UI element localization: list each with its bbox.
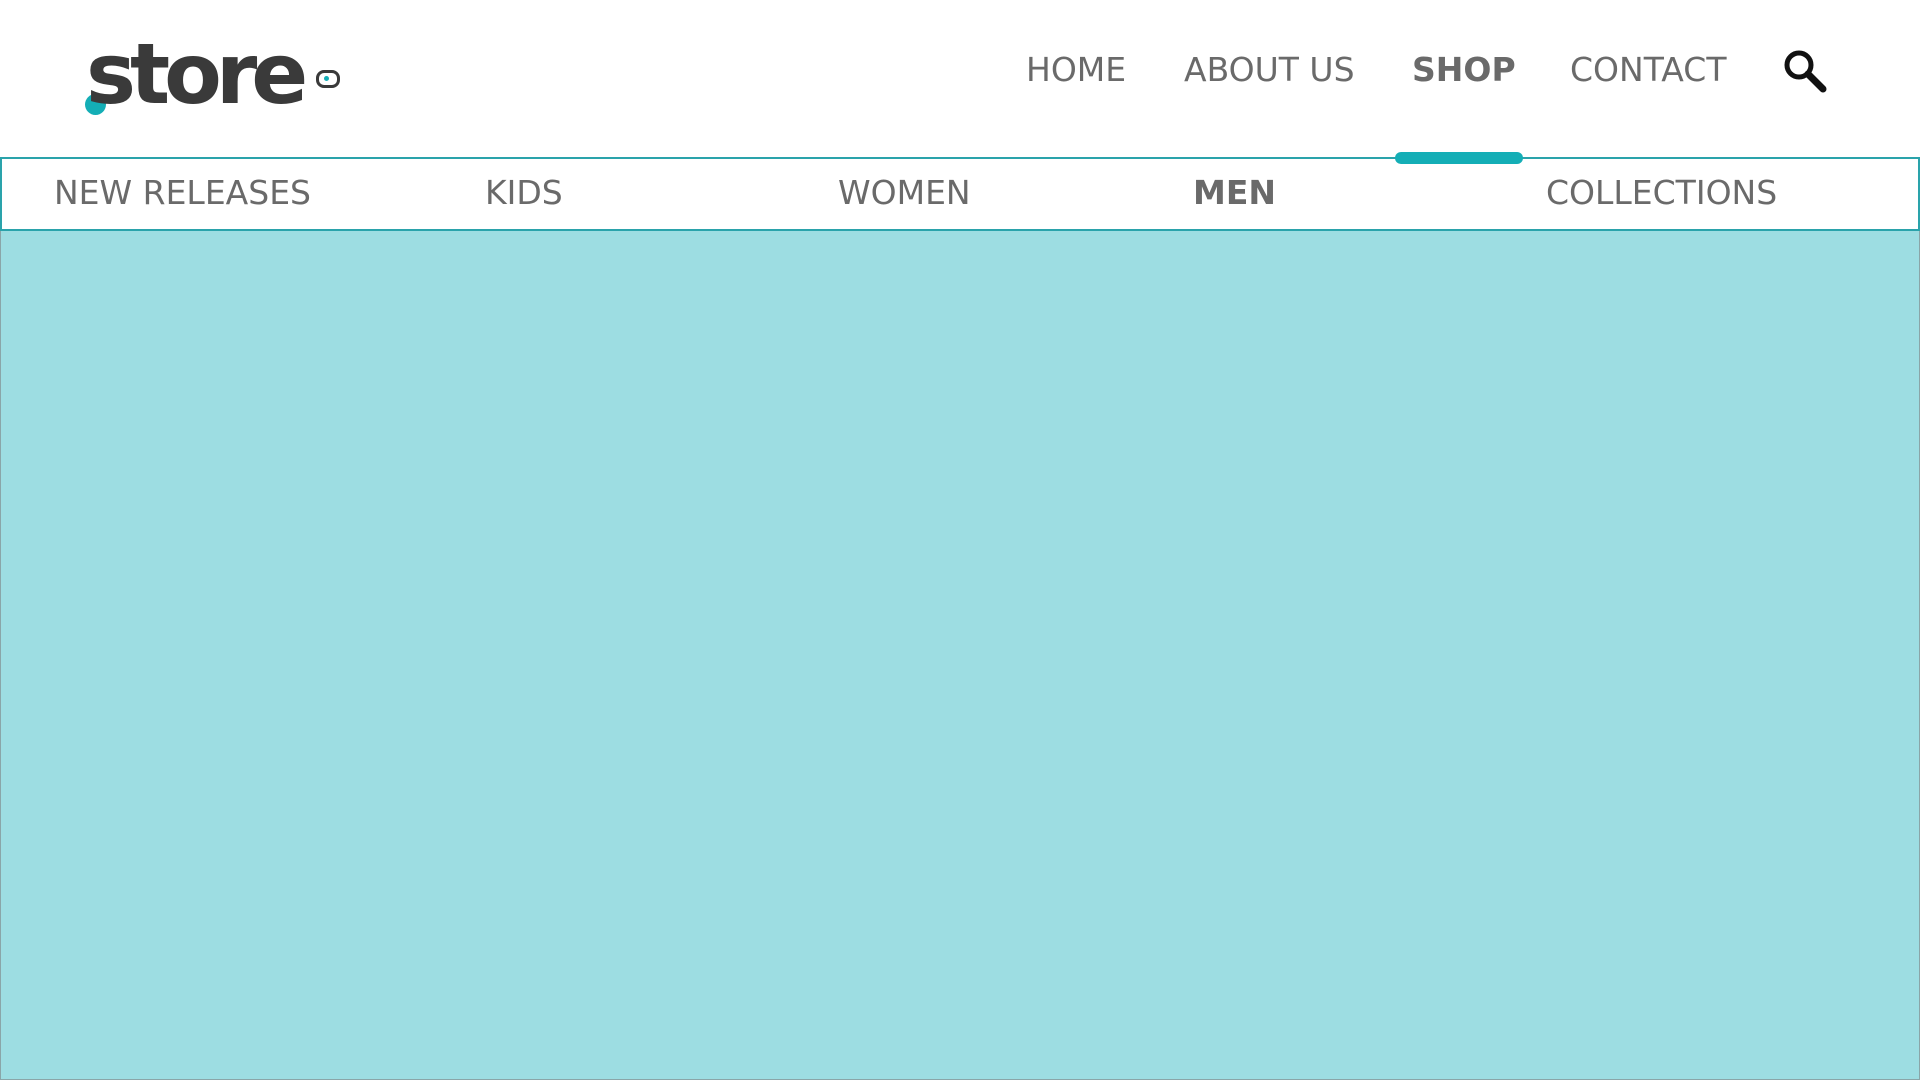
store-logo[interactable]: store: [84, 30, 344, 130]
logo-text: store: [86, 25, 308, 123]
nav-item-about-us[interactable]: ABOUT US: [1184, 46, 1355, 94]
price-tag-icon: [316, 70, 340, 88]
nav-item-home[interactable]: HOME: [1026, 46, 1126, 94]
search-icon[interactable]: [1782, 48, 1828, 94]
content-area: [0, 231, 1920, 1080]
category-collections[interactable]: COLLECTIONS: [1546, 169, 1777, 217]
category-new-releases[interactable]: NEW RELEASES: [54, 169, 311, 217]
category-men[interactable]: MEN: [1193, 169, 1276, 217]
site-header: store HOME ABOUT US SHOP CONTACT: [0, 0, 1920, 158]
shop-active-indicator: [1395, 152, 1523, 164]
category-kids[interactable]: KIDS: [485, 169, 563, 217]
nav-item-contact[interactable]: CONTACT: [1570, 46, 1727, 94]
page: store HOME ABOUT US SHOP CONTACT NEW REL…: [0, 0, 1920, 1080]
nav-item-shop[interactable]: SHOP: [1412, 46, 1516, 94]
category-nav: NEW RELEASES KIDS WOMEN MEN COLLECTIONS: [0, 157, 1920, 231]
price-tag-dot: [324, 76, 329, 81]
category-women[interactable]: WOMEN: [838, 169, 971, 217]
